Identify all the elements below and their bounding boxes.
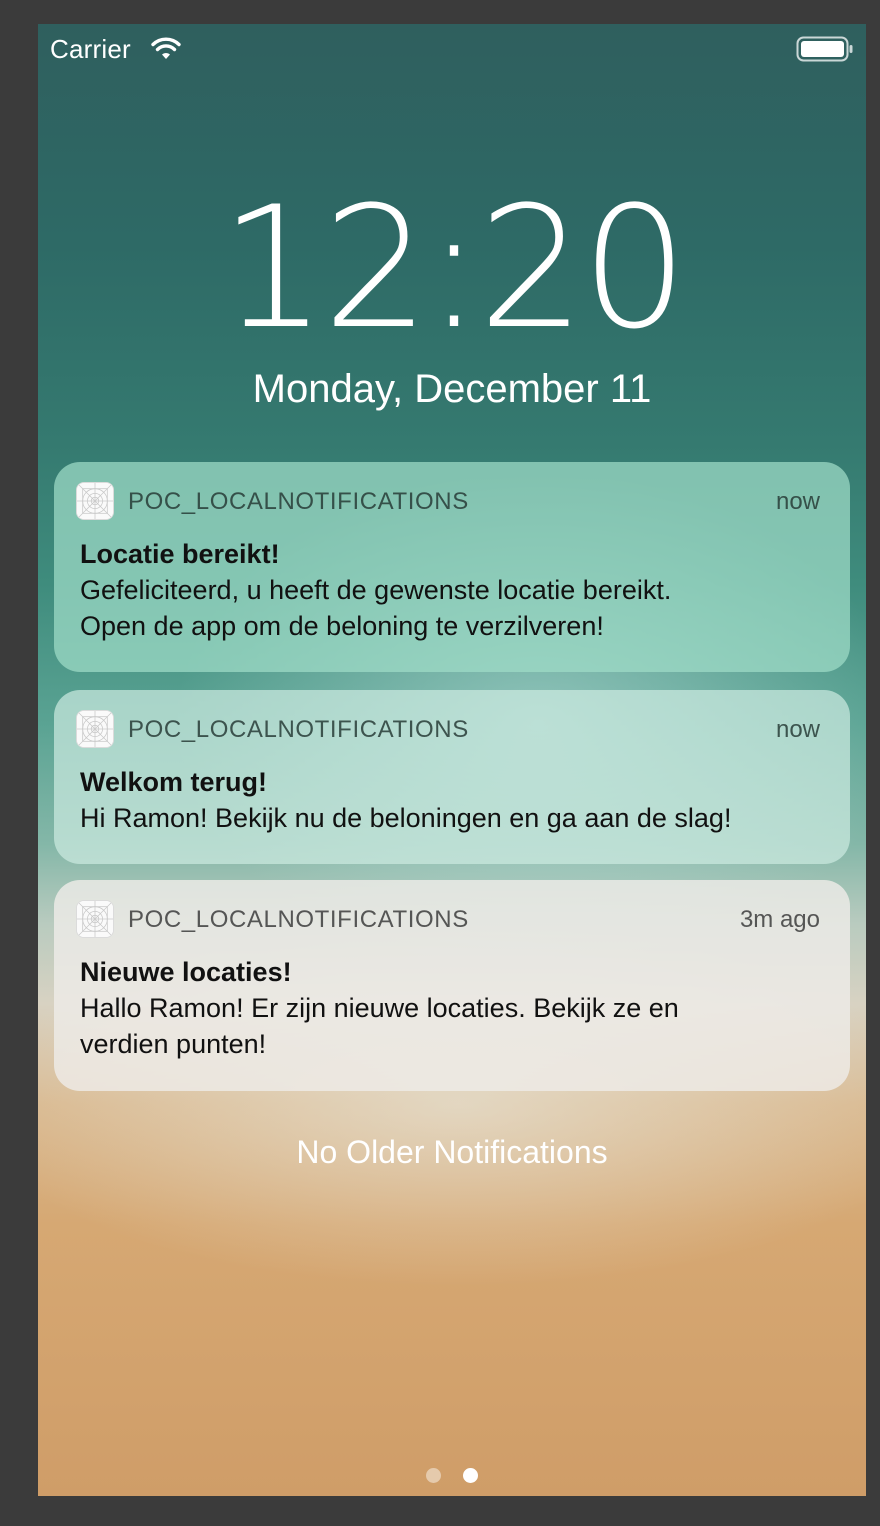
device-frame: Carrier 12:20 Monday, December 11 POC_LO…: [0, 0, 880, 1526]
page-dot[interactable]: [425, 1468, 441, 1483]
status-bar: Carrier: [38, 24, 866, 76]
no-older-notifications-label: No Older Notifications: [296, 1134, 608, 1170]
page-dot-active[interactable]: [463, 1468, 479, 1483]
notification-card[interactable]: POC_LOCALNOTIFICATIONS now Locatie berei…: [54, 462, 850, 672]
notification-header: POC_LOCALNOTIFICATIONS 3m ago: [76, 880, 824, 960]
app-placeholder-icon: [76, 710, 114, 748]
lock-screen-time: 12:20: [219, 170, 688, 366]
notification-card[interactable]: POC_LOCALNOTIFICATIONS 3m ago Nieuwe loc…: [54, 880, 850, 1091]
wifi-icon: [151, 37, 181, 59]
page-indicator[interactable]: [38, 1468, 866, 1484]
lock-screen: Carrier 12:20 Monday, December 11 POC_LO…: [38, 24, 866, 1496]
notification-app-name: POC_LOCALNOTIFICATIONS: [128, 906, 469, 933]
notification-time: 3m ago: [739, 906, 820, 933]
notification-header: POC_LOCALNOTIFICATIONS now: [76, 690, 824, 770]
app-placeholder-icon: [76, 900, 114, 938]
notification-body: Hi Ramon! Bekijk nu de beloningen en ga …: [80, 803, 732, 833]
notification-header: POC_LOCALNOTIFICATIONS now: [76, 462, 824, 542]
notification-time: now: [775, 488, 820, 515]
notification-body: Hallo Ramon! Er zijn nieuwe locaties. Be…: [80, 993, 679, 1059]
notification-app-name: POC_LOCALNOTIFICATIONS: [128, 488, 469, 515]
notification-app-name: POC_LOCALNOTIFICATIONS: [128, 716, 469, 743]
notification-card[interactable]: POC_LOCALNOTIFICATIONS now Welkom terug!…: [54, 690, 850, 864]
battery-icon: [796, 36, 853, 62]
carrier-label: Carrier: [50, 34, 131, 64]
lock-screen-date: Monday, December 11: [252, 367, 652, 411]
app-placeholder-icon: [76, 482, 114, 520]
notification-time: now: [775, 716, 820, 743]
notification-body: Gefeliciteerd, u heeft de gewenste locat…: [80, 575, 672, 641]
